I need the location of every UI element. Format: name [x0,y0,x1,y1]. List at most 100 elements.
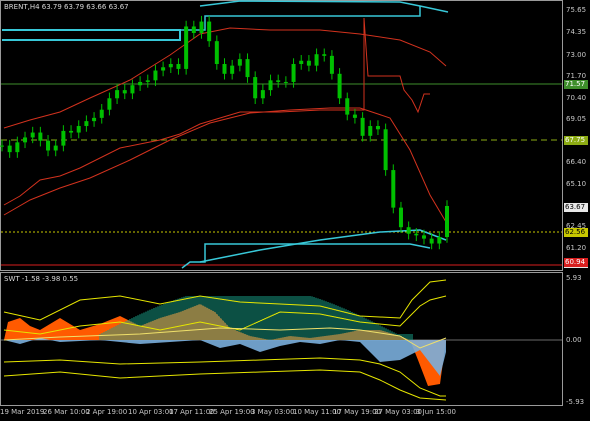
candle-body [130,85,135,94]
candle-body [429,238,434,244]
time-tick: 2 Apr 19:00 [86,408,128,416]
candle-body [268,80,273,91]
candle-body [107,98,112,110]
candle-body [345,98,350,115]
price-tag-red: 60.94 [564,258,588,267]
cyan-step-lower [181,243,431,269]
price-candles [0,15,449,250]
swt-indicator-plot [3,279,447,401]
candle-body [276,80,281,82]
candle-body [406,227,411,234]
price-tag-dashed-level: 67.75 [564,136,588,145]
cyan-box-upper [2,29,181,41]
time-tick: 27 May 03:00 [374,408,423,416]
candle-body [352,114,357,118]
time-tick: 26 Mar 10:00 [43,408,90,416]
candle-body [398,207,403,228]
candle-body [76,126,81,133]
candle-body [421,235,426,239]
candle-body [375,126,380,130]
candle-body [437,236,442,244]
candle-body [337,73,342,99]
indicator-tick: 5.93 [566,274,582,282]
time-tick: 19 Mar 2019 [0,408,45,416]
candle-body [368,126,373,136]
candle-body [84,121,89,127]
candle-body [161,67,166,71]
time-tick: 3 May 03:00 [251,408,295,416]
candle-body [168,64,173,68]
candle-body [69,130,74,133]
candle-body [145,80,150,82]
candle-body [191,26,196,34]
indicator-tick: 0.00 [566,336,582,344]
candle-body [253,77,258,99]
price-overlays [2,0,449,269]
candle-body [153,70,158,81]
candle-body [184,26,189,69]
candle-body [15,142,20,153]
lower-inner-line [3,357,446,397]
price-tick: 74.35 [566,28,587,36]
candle-body [199,21,204,34]
candle-body [322,54,327,56]
lower-band-line [3,369,447,401]
candle-body [230,65,235,74]
indicator-tick: -5.93 [566,398,585,406]
price-tag-current-bid: 63.67 [564,203,588,212]
candle-body [99,109,104,118]
candle-body [53,145,58,151]
candle-body [30,132,35,138]
ma-slow-line [3,107,447,223]
candle-body [237,59,242,66]
candle-body [46,140,51,151]
price-tag-yellow: 62.56 [564,228,588,237]
candle-body [122,90,127,94]
candle-body [61,130,66,146]
candle-body [360,117,365,136]
price-tick: 65.10 [566,180,587,188]
candle-body [207,21,212,42]
candle-body [7,145,12,153]
cyan-step-upper [180,6,421,31]
cyan-upper-curve [199,0,449,13]
candle-body [314,54,319,66]
candle-body [214,41,219,65]
candle-body [299,60,304,65]
candle-body [245,59,250,78]
candle-body [414,233,419,236]
candle-body [306,60,311,66]
price-tick: 73.00 [566,51,587,59]
time-tick: 17 Apr 11:00 [169,408,215,416]
price-tag-green: 71.57 [564,80,588,89]
candle-body [383,129,388,171]
upper-band-line [3,279,447,321]
price-tick: 61.20 [566,244,587,252]
price-tick: 75.65 [566,6,587,14]
horizontal-levels [1,83,562,266]
candle-body [176,64,181,69]
chart-canvas [0,0,563,406]
blue-histogram-area [4,338,446,376]
candle-body [138,81,143,86]
candle-body [291,64,296,82]
price-tick: 70.40 [566,94,587,102]
price-tick: 69.05 [566,115,587,123]
candle-body [38,132,43,141]
candle-body [222,64,227,74]
candle-body [260,90,265,99]
candle-body [283,81,288,83]
price-tick: 66.40 [566,158,587,166]
time-tick: 3 Jun 15:00 [416,408,457,416]
indicator-title: SWT -1.58 -3.98 0.55 [4,275,79,283]
main-title: BRENT,H4 63.79 63.79 63.66 63.67 [4,3,129,11]
candle-body [23,137,28,143]
candle-body [445,205,449,237]
candle-body [115,90,120,99]
candle-body [0,145,4,147]
time-tick: 25 Apr 19:00 [209,408,255,416]
candle-body [329,55,334,74]
candle-body [391,170,396,208]
candle-body [92,117,97,122]
time-tick: 10 Apr 03:00 [128,408,174,416]
